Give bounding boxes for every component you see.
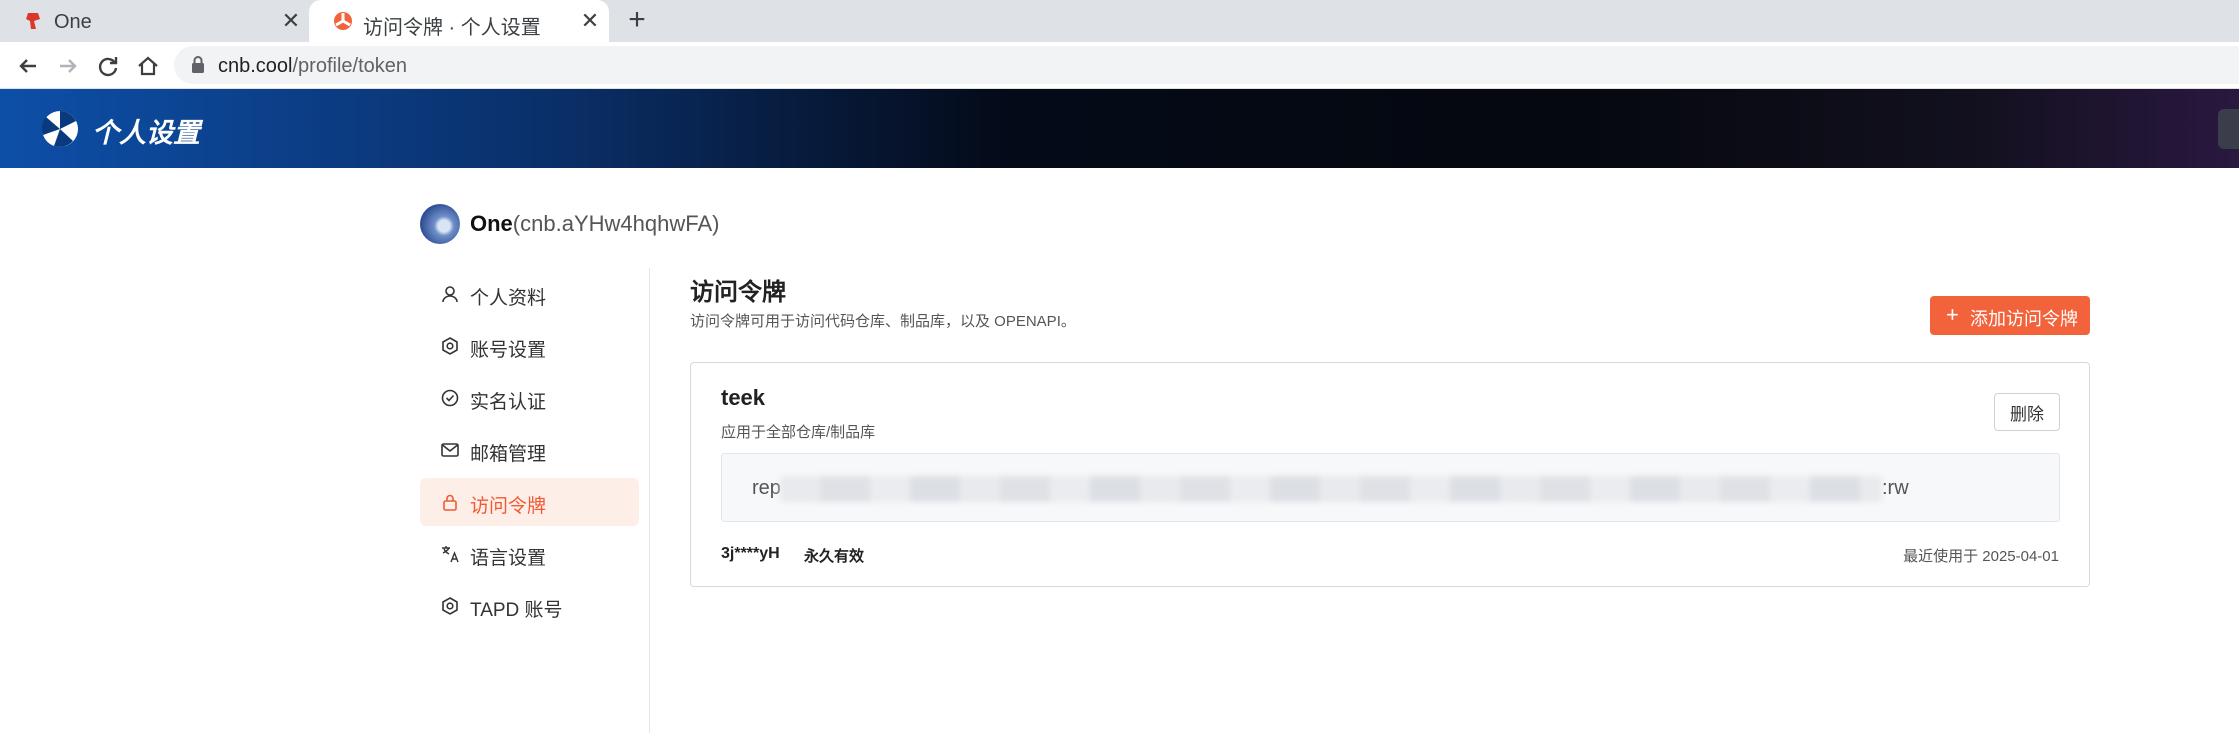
plus-icon: + [1946, 302, 1959, 327]
url-input[interactable]: cnb.cool/profile/token [174, 46, 2239, 84]
site-favicon-icon [26, 13, 40, 29]
sidebar-item-tapd[interactable]: TAPD 账号 [420, 582, 639, 630]
sidebar-item-label: 邮箱管理 [470, 444, 547, 465]
browser-tab-one[interactable]: One ✕ [0, 0, 309, 42]
token-value-prefix: rep [752, 477, 781, 499]
url-text: cnb.cool/profile/token [218, 55, 407, 78]
token-card: teek 应用于全部仓库/制品库 删除 rep :rw 3j****yH 永久有… [690, 362, 2090, 587]
profile-handle: (cnb.aYHw4hqhwFA) [512, 211, 720, 236]
language-icon [442, 546, 459, 563]
profile-name: One(cnb.aYHw4hqhwFA) [470, 211, 719, 237]
new-tab-button[interactable]: + [622, 5, 652, 36]
hexagon-icon [442, 597, 458, 615]
cnb-logo-icon[interactable] [40, 109, 80, 149]
token-value-redacted [780, 476, 1882, 502]
mail-icon [441, 443, 459, 457]
avatar[interactable] [420, 204, 460, 244]
sidebar-item-language[interactable]: 语言设置 [420, 530, 639, 578]
tab-title: 访问令牌 · 个人设置 [363, 17, 541, 39]
sidebar-item-label: 语言设置 [470, 548, 547, 569]
add-access-token-label: 添加访问令牌 [1970, 309, 2078, 329]
token-value-suffix: :rw [1882, 477, 1909, 499]
sidebar-item-label: 账号设置 [470, 340, 547, 361]
gear-icon [442, 337, 458, 355]
token-scope: 应用于全部仓库/制品库 [721, 424, 876, 441]
close-tab-icon[interactable]: ✕ [577, 8, 603, 34]
cnb-favicon-icon [334, 12, 352, 30]
sidebar-item-account[interactable]: 账号设置 [420, 322, 639, 370]
close-tab-icon[interactable]: ✕ [278, 8, 304, 34]
token-last-used: 最近使用于 2025-04-01 [1903, 548, 2059, 565]
delete-token-button[interactable]: 删除 [1994, 393, 2060, 431]
tab-title: One [54, 11, 92, 33]
site-title: 个人设置 [92, 118, 200, 148]
url-path: /profile/token [292, 55, 408, 77]
url-domain: cnb.cool [218, 55, 293, 77]
sidebar-item-label: 访问令牌 [470, 496, 547, 517]
lock-icon [192, 56, 204, 73]
address-bar: cnb.cool/profile/token [0, 42, 2239, 89]
browser-tab-token[interactable]: 访问令牌 · 个人设置 ✕ [309, 0, 609, 42]
sidebar-item-verification[interactable]: 实名认证 [420, 374, 639, 422]
browser-tab-strip: One ✕ 访问令牌 · 个人设置 ✕ + [0, 0, 2239, 42]
page-title: 访问令牌 [690, 279, 786, 306]
site-header: 个人设置 [0, 89, 2239, 168]
user-icon [442, 286, 458, 303]
forward-arrow-icon[interactable] [54, 52, 82, 80]
lock-icon [443, 494, 457, 511]
sidebar-item-access-token[interactable]: 访问令牌 [420, 478, 639, 526]
token-id: 3j****yH [721, 545, 780, 562]
sidebar-item-email[interactable]: 邮箱管理 [420, 426, 639, 474]
profile-display-name: One [470, 211, 513, 236]
home-icon[interactable] [134, 52, 162, 80]
sidebar-item-label: TAPD 账号 [470, 600, 563, 621]
token-value-field[interactable]: rep :rw [721, 453, 2060, 522]
sidebar-item-label: 个人资料 [470, 288, 547, 309]
header-search-button[interactable] [2218, 109, 2239, 149]
token-name: teek [721, 385, 766, 410]
token-expiry: 永久有效 [804, 548, 865, 565]
back-arrow-icon[interactable] [14, 52, 42, 80]
verified-badge-icon [441, 389, 459, 407]
sidebar-item-profile[interactable]: 个人资料 [420, 270, 639, 318]
sidebar-divider [649, 268, 650, 733]
sidebar-item-label: 实名认证 [470, 392, 547, 413]
reload-icon[interactable] [94, 52, 122, 80]
page-description: 访问令牌可用于访问代码仓库、制品库，以及 OPENAPI。 [690, 313, 1076, 330]
add-access-token-button[interactable]: + 添加访问令牌 [1930, 296, 2090, 335]
